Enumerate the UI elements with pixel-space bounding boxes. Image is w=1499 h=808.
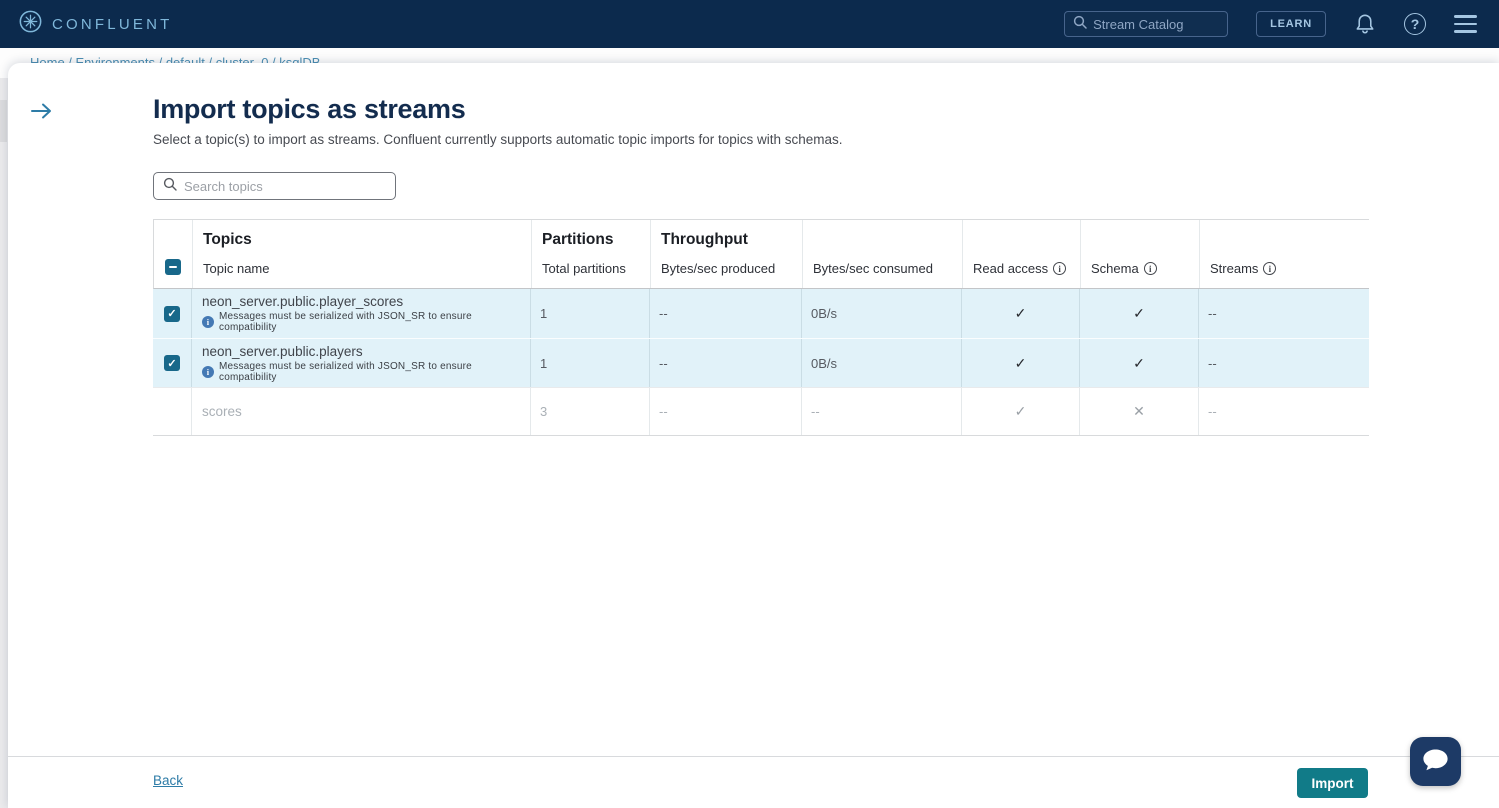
info-icon: i xyxy=(202,316,214,328)
notifications-bell-icon[interactable] xyxy=(1354,12,1376,36)
panel-collapse-arrow-icon[interactable] xyxy=(29,100,55,127)
page-subtitle: Select a topic(s) to import as streams. … xyxy=(153,132,1369,147)
bytes-consumed-value: 0B/s xyxy=(801,289,961,338)
read-access-mark: ✓ xyxy=(961,388,1079,435)
panel-footer: Back Import xyxy=(8,756,1499,808)
partitions-value: 1 xyxy=(530,289,649,338)
bytes-produced-value: -- xyxy=(649,339,801,387)
import-button[interactable]: Import xyxy=(1297,768,1368,798)
bytes-produced-value: -- xyxy=(649,289,801,338)
brand-name: CONFLUENT xyxy=(52,16,172,33)
table-row[interactable]: ✓ neon_server.public.player_scores iMessag… xyxy=(153,289,1369,338)
chat-bubble-icon xyxy=(1422,747,1449,777)
background-side-tab xyxy=(0,100,7,142)
import-topics-panel: Import topics as streams Select a topic(… xyxy=(8,63,1499,808)
table-row: scores3----✓✕-- xyxy=(153,387,1369,436)
table-row[interactable]: ✓ neon_server.public.players iMessages mus… xyxy=(153,338,1369,387)
schema-mark: ✓ xyxy=(1079,289,1198,338)
row-checkbox[interactable]: ✓ xyxy=(164,355,180,371)
row-checkbox[interactable]: ✓ xyxy=(164,306,180,322)
partitions-value: 3 xyxy=(530,388,649,435)
topic-note: iMessages must be serialized with JSON_S… xyxy=(202,361,530,383)
column-partitions: Partitions Total partitions xyxy=(531,220,650,288)
bytes-consumed-value: 0B/s xyxy=(801,339,961,387)
topic-name: neon_server.public.player_scores xyxy=(202,294,403,309)
info-icon: i xyxy=(202,366,214,378)
search-icon xyxy=(1073,15,1087,34)
info-icon[interactable]: i xyxy=(1263,262,1276,275)
stream-catalog-input[interactable] xyxy=(1093,17,1213,32)
streams-value: -- xyxy=(1198,339,1369,387)
chat-button[interactable] xyxy=(1410,737,1461,786)
column-bytes-produced: Throughput Bytes/sec produced xyxy=(650,220,802,288)
topic-note: iMessages must be serialized with JSON_S… xyxy=(202,311,530,333)
confluent-logo[interactable]: CONFLUENT xyxy=(19,10,172,38)
table-body: ✓ neon_server.public.player_scores iMessag… xyxy=(153,289,1369,436)
column-streams: Streams i xyxy=(1199,220,1370,288)
info-icon[interactable]: i xyxy=(1053,262,1066,275)
topic-search-box[interactable] xyxy=(153,172,396,200)
topics-table: Topics Topic name Partitions Total parti… xyxy=(153,219,1369,436)
menu-icon[interactable] xyxy=(1454,15,1477,32)
learn-button[interactable]: LEARN xyxy=(1256,11,1326,37)
table-header: Topics Topic name Partitions Total parti… xyxy=(153,220,1369,289)
column-schema: Schema i xyxy=(1080,220,1199,288)
search-icon xyxy=(163,177,177,196)
column-topics: Topics Topic name xyxy=(192,220,531,288)
schema-mark: ✕ xyxy=(1079,388,1198,435)
column-bytes-consumed: Bytes/sec consumed xyxy=(802,220,962,288)
back-link[interactable]: Back xyxy=(153,773,183,788)
column-read-access: Read access i xyxy=(962,220,1080,288)
topic-name: neon_server.public.players xyxy=(202,344,363,359)
partitions-value: 1 xyxy=(530,339,649,387)
streams-value: -- xyxy=(1198,388,1369,435)
top-navbar: CONFLUENT LEARN ? xyxy=(0,0,1499,48)
stream-catalog-search[interactable] xyxy=(1064,11,1228,37)
page-title: Import topics as streams xyxy=(153,94,1369,125)
confluent-logo-icon xyxy=(19,10,42,38)
schema-mark: ✓ xyxy=(1079,339,1198,387)
bytes-produced-value: -- xyxy=(649,388,801,435)
read-access-mark: ✓ xyxy=(961,339,1079,387)
streams-value: -- xyxy=(1198,289,1369,338)
read-access-mark: ✓ xyxy=(961,289,1079,338)
bytes-consumed-value: -- xyxy=(801,388,961,435)
help-icon[interactable]: ? xyxy=(1404,13,1426,35)
topic-name: scores xyxy=(202,404,242,419)
info-icon[interactable]: i xyxy=(1144,262,1157,275)
topic-search-input[interactable] xyxy=(184,179,374,194)
select-all-checkbox[interactable] xyxy=(165,259,181,275)
